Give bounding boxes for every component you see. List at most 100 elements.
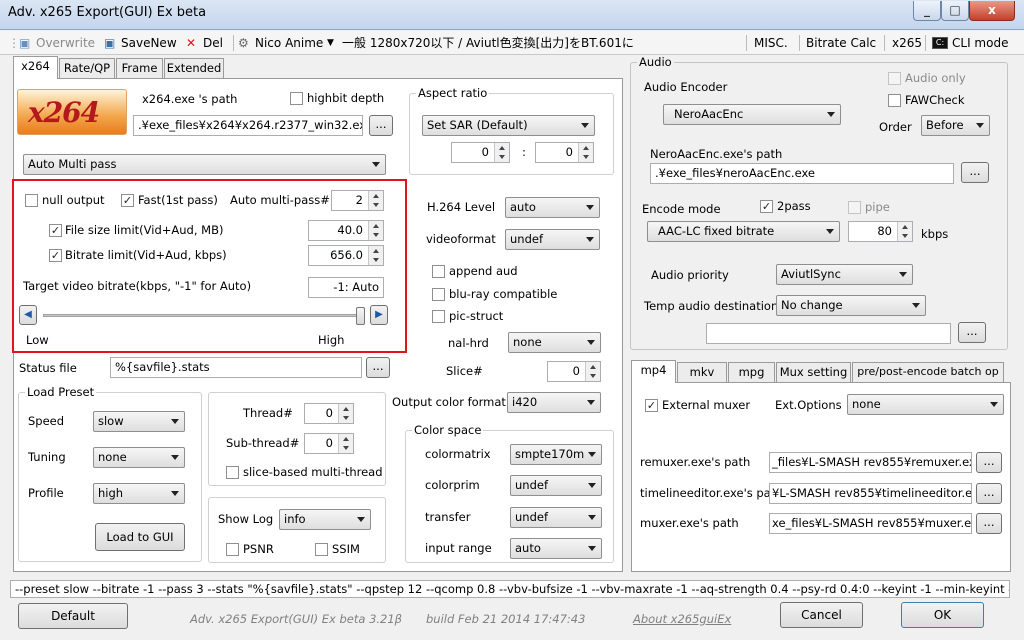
tab-frame[interactable]: Frame	[116, 58, 163, 78]
timelineeditor-path[interactable]: ¥L-SMASH rev855¥timelineeditor.exe	[769, 483, 972, 504]
x265-button[interactable]: x265	[892, 34, 922, 52]
x264-browse-button[interactable]: ...	[369, 115, 393, 136]
audio-exe-browse-button[interactable]: ...	[961, 162, 989, 183]
timelineeditor-browse-button[interactable]: ...	[976, 483, 1002, 504]
psnr-checkbox[interactable]	[226, 543, 239, 556]
pic-struct-checkbox[interactable]	[432, 310, 445, 323]
thread-input[interactable]: 0	[304, 403, 354, 424]
cli-mode-button[interactable]: CLI mode	[952, 34, 1008, 52]
bitrate-calc-button[interactable]: Bitrate Calc	[806, 34, 876, 52]
preset-dropdown[interactable]: Nico Anime	[255, 34, 323, 52]
sar-width-input[interactable]: 0	[451, 142, 510, 163]
overwrite-button[interactable]: Overwrite	[36, 34, 95, 52]
status-file-input[interactable]: %{savfile}.stats	[110, 357, 362, 378]
audio-exe-path[interactable]: .¥exe_files¥neroAacEnc.exe	[650, 163, 954, 184]
transfer-select[interactable]: undef	[510, 507, 602, 528]
temp-audio-path[interactable]	[706, 323, 951, 344]
slice-input[interactable]: 0	[547, 361, 601, 382]
sub-thread-input[interactable]: 0	[304, 433, 354, 454]
temp-audio-select[interactable]: No change	[776, 295, 926, 316]
close-button[interactable]: x	[969, 1, 1015, 21]
file-size-limit-input[interactable]: 40.0	[308, 220, 384, 241]
input-range-select[interactable]: auto	[510, 538, 602, 559]
temp-audio-browse-button[interactable]: ...	[958, 322, 986, 343]
pipe-checkbox[interactable]	[848, 201, 861, 214]
output-color-format-select[interactable]: i420	[507, 392, 601, 413]
about-link[interactable]: About x265guiEx	[633, 612, 731, 626]
tab-mux-setting[interactable]: Mux setting	[776, 362, 851, 382]
slice-mt-checkbox[interactable]	[226, 466, 239, 479]
tuning-select[interactable]: none	[93, 447, 185, 468]
spinner-icon[interactable]	[368, 246, 383, 265]
remuxer-path[interactable]: _files¥L-SMASH rev855¥remuxer.exe	[769, 452, 972, 473]
title-bar[interactable]: Adv. x265 Export(GUI) Ex beta _ □ x	[0, 0, 1024, 30]
nal-hrd-select[interactable]: none	[508, 332, 601, 353]
external-muxer-checkbox[interactable]: ✓	[645, 399, 658, 412]
null-output-checkbox[interactable]	[25, 194, 38, 207]
speed-select[interactable]: slow	[93, 411, 185, 432]
bitrate-limit-input[interactable]: 656.0	[308, 245, 384, 266]
tab-mkv[interactable]: mkv	[677, 362, 727, 382]
fawcheck-checkbox[interactable]	[888, 94, 901, 107]
slider-right-button[interactable]: ▶	[370, 305, 388, 325]
videoformat-select[interactable]: undef	[505, 229, 600, 250]
colorprim-select[interactable]: undef	[510, 475, 602, 496]
h264-level-select[interactable]: auto	[505, 197, 600, 218]
show-log-select[interactable]: info	[279, 509, 371, 530]
audio-priority-select[interactable]: AviutlSync	[776, 264, 913, 285]
x264-exe-path[interactable]: .¥exe_files¥x264¥x264.r2377_win32.exe	[133, 115, 363, 136]
ssim-checkbox[interactable]	[315, 543, 328, 556]
sar-select[interactable]: Set SAR (Default)	[422, 115, 595, 136]
audio-encoder-select[interactable]: NeroAacEnc	[663, 104, 841, 125]
ok-button[interactable]: OK	[901, 602, 984, 628]
audio-bitrate-input[interactable]: 80	[848, 221, 913, 242]
muxer-path[interactable]: xe_files¥L-SMASH rev855¥muxer.exe	[769, 513, 972, 534]
spinner-icon[interactable]	[494, 143, 509, 162]
bitrate-limit-checkbox[interactable]: ✓	[49, 249, 62, 262]
encode-mode-select[interactable]: Auto Multi pass	[23, 154, 386, 175]
status-file-browse-button[interactable]: ...	[366, 357, 390, 378]
highbit-depth-checkbox[interactable]	[290, 92, 303, 105]
bluray-checkbox[interactable]	[432, 288, 445, 301]
command-line-preview[interactable]: --preset slow --bitrate -1 --pass 3 --st…	[10, 580, 1010, 598]
file-size-limit-checkbox[interactable]: ✓	[49, 224, 62, 237]
tab-rate-qp[interactable]: Rate/QP	[59, 58, 115, 78]
slider-left-button[interactable]: ◀	[19, 305, 37, 325]
fast-first-pass-checkbox[interactable]: ✓	[121, 194, 134, 207]
colormatrix-select[interactable]: smpte170m	[510, 444, 602, 465]
delete-button[interactable]: Del	[203, 34, 223, 52]
minimize-button[interactable]: _	[913, 1, 941, 21]
cancel-button[interactable]: Cancel	[780, 602, 863, 628]
tab-mpg[interactable]: mpg	[728, 362, 775, 382]
tab-extended[interactable]: Extended	[164, 58, 224, 78]
spinner-icon[interactable]	[368, 191, 383, 210]
audio-only-checkbox[interactable]	[888, 72, 901, 85]
order-select[interactable]: Before	[921, 115, 990, 136]
savenew-button[interactable]: SaveNew	[121, 34, 177, 52]
spinner-icon[interactable]	[585, 362, 600, 381]
load-to-gui-button[interactable]: Load to GUI	[95, 523, 185, 551]
spinner-icon[interactable]	[338, 404, 353, 423]
spinner-icon[interactable]	[368, 221, 383, 240]
append-aud-checkbox[interactable]	[432, 265, 445, 278]
spinner-icon[interactable]	[338, 434, 353, 453]
tab-x264[interactable]: x264	[13, 56, 58, 79]
audio-mode-select[interactable]: AAC-LC fixed bitrate	[647, 221, 840, 242]
sar-height-input[interactable]: 0	[535, 142, 594, 163]
spinner-icon[interactable]	[578, 143, 593, 162]
default-button[interactable]: Default	[18, 603, 128, 629]
bitrate-slider-thumb[interactable]	[356, 307, 365, 325]
ext-options-select[interactable]: none	[847, 394, 1004, 415]
tab-batch-op[interactable]: pre/post-encode batch op	[852, 362, 1004, 382]
remuxer-browse-button[interactable]: ...	[976, 452, 1002, 473]
spinner-icon[interactable]	[897, 222, 912, 241]
auto-multipass-input[interactable]: 2	[331, 190, 384, 211]
maximize-button[interactable]: □	[941, 1, 969, 21]
muxer-browse-button[interactable]: ...	[976, 513, 1002, 534]
twopass-checkbox[interactable]: ✓	[760, 200, 773, 213]
target-bitrate-input[interactable]: -1: Auto	[308, 277, 384, 298]
bitrate-slider-track[interactable]	[43, 307, 365, 325]
profile-select[interactable]: high	[93, 483, 185, 504]
tab-mp4[interactable]: mp4	[631, 360, 676, 383]
misc-button[interactable]: MISC.	[754, 34, 788, 52]
